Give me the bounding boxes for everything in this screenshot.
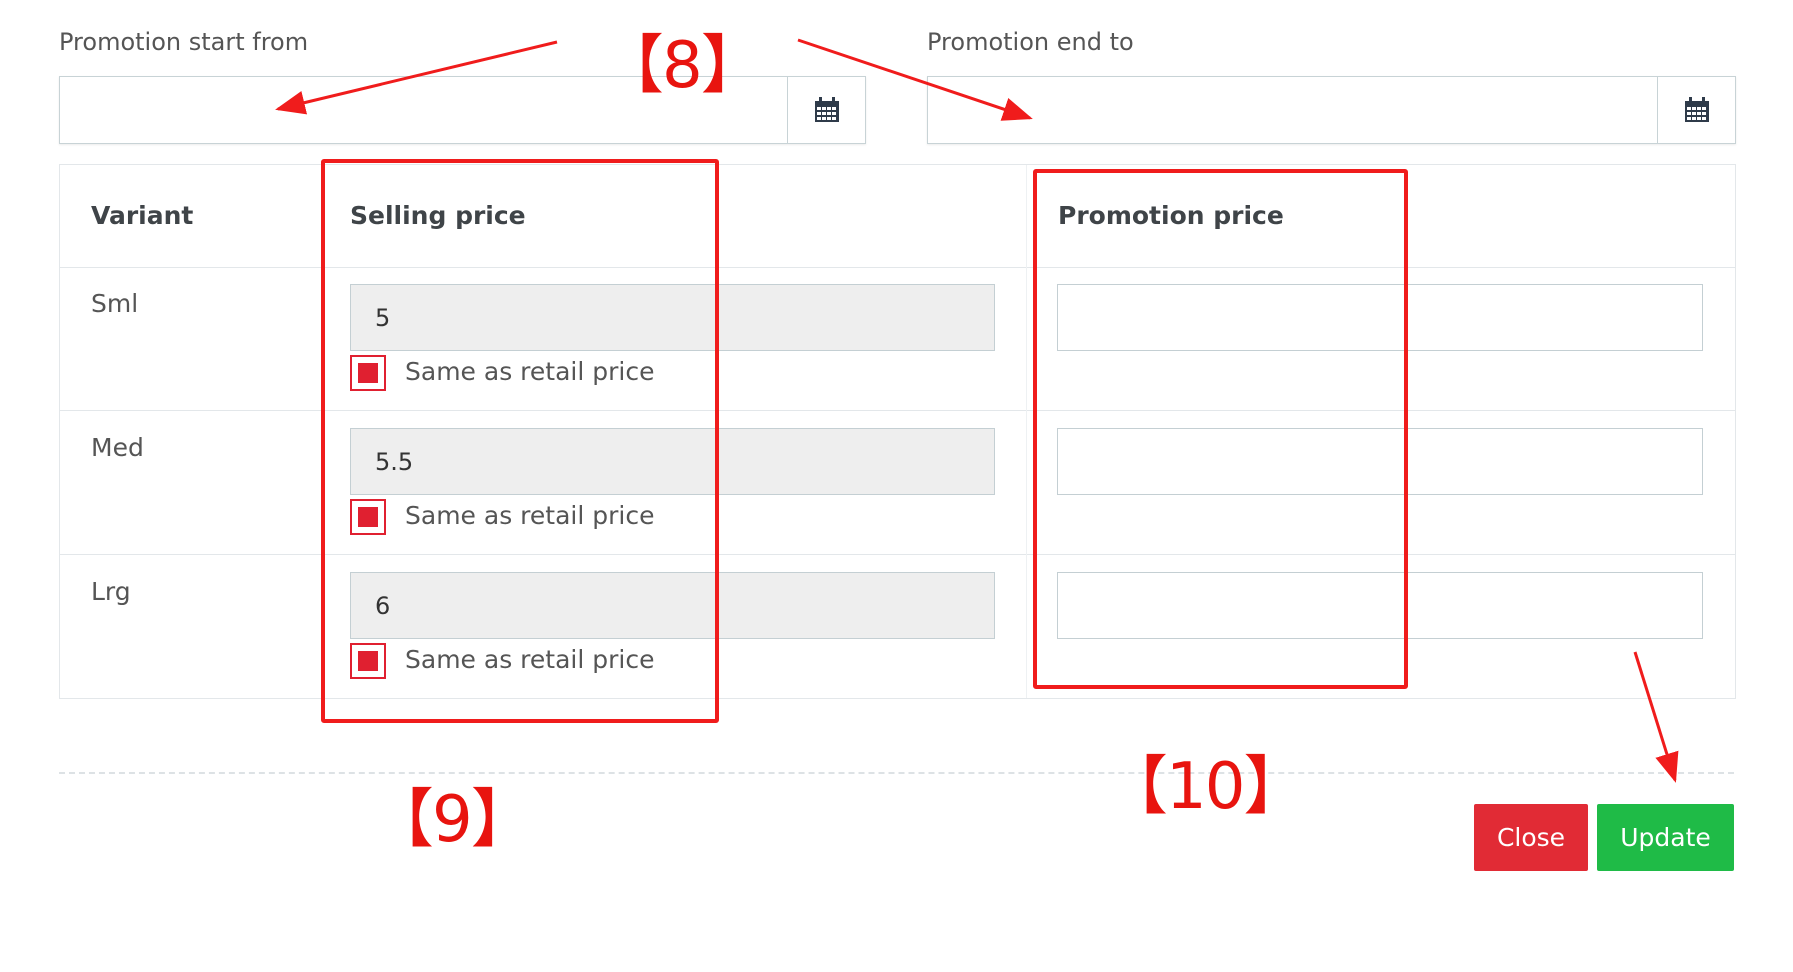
arrow-to-end-date [797,38,1033,121]
annotation-arrows [275,38,1679,783]
arrow-to-start-date [275,40,558,115]
arrow-to-update-button [1633,651,1679,783]
